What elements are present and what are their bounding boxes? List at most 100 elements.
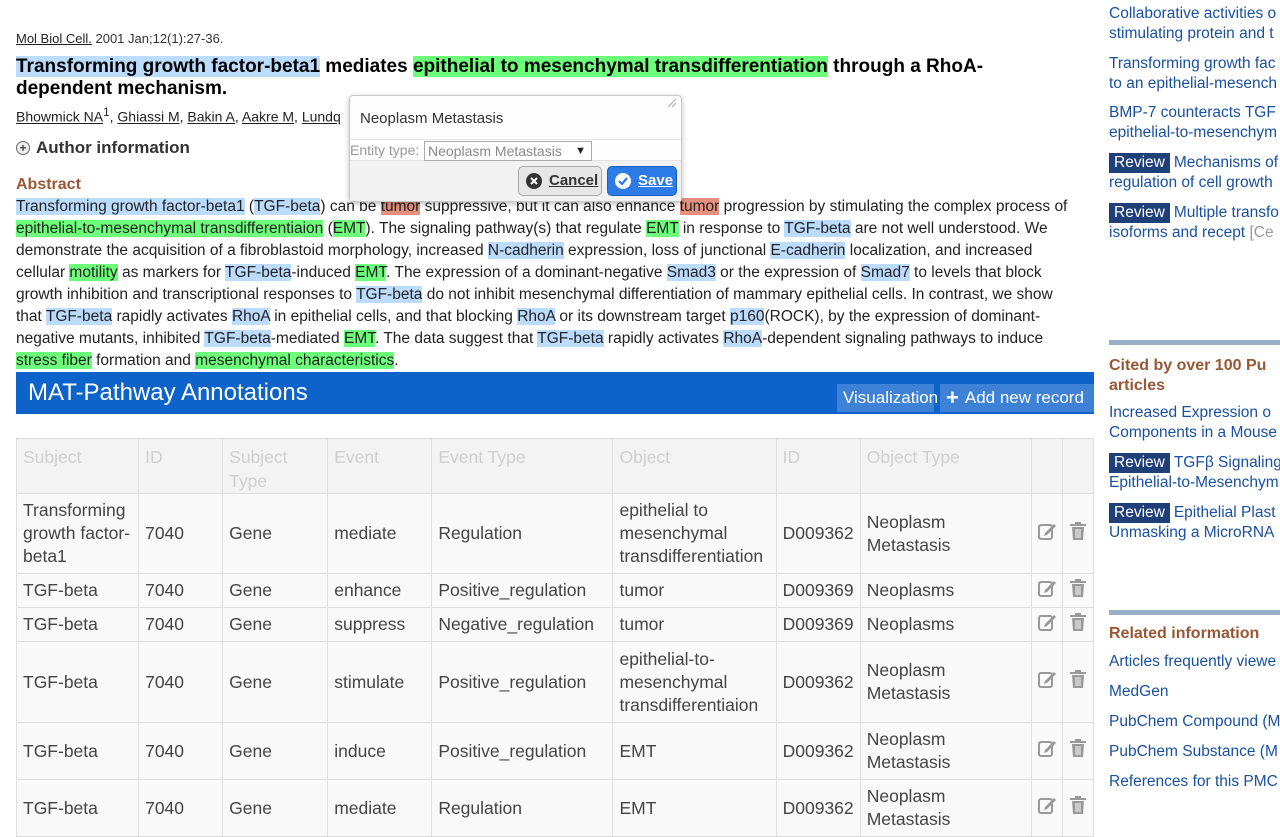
link-text: TGFβ Signaling (1173, 454, 1280, 471)
cell-event-type: Positive_regulation (431, 641, 614, 723)
resize-grip-icon[interactable] (667, 98, 677, 108)
column-header[interactable]: Subject Type (222, 438, 329, 494)
entity-gene[interactable]: TGF-beta (204, 330, 271, 347)
entity-gene[interactable]: TGF-beta (225, 264, 292, 281)
entity-gene[interactable]: TGF-beta (45, 308, 113, 325)
cell-object-type: Neoplasms (859, 607, 1032, 642)
entity-gene[interactable]: TGF-beta (356, 286, 423, 303)
related-link[interactable]: MedGen (1109, 682, 1280, 702)
entity-disease[interactable]: mesenchymal characteristics (195, 352, 395, 369)
column-header[interactable]: Object Type (859, 438, 1032, 494)
cited-article-link[interactable]: Review TGFβ Signaling Epithelial-to-Mesenc… (1109, 453, 1280, 493)
cell-event-type: Positive_regulation (431, 722, 614, 780)
related-information-heading: Related information (1109, 625, 1260, 642)
author-information-toggle[interactable]: + Author information (16, 138, 190, 158)
cited-article-link[interactable]: Increased Expression o Components in a Mo… (1109, 403, 1280, 443)
delete-button[interactable] (1061, 573, 1095, 608)
edit-button[interactable] (1030, 779, 1063, 837)
delete-button[interactable] (1061, 607, 1095, 642)
entity-gene[interactable]: RhoA (517, 308, 556, 325)
citation: Mol Biol Cell. 2001 Jan;12(1):27-36. (16, 31, 223, 46)
similar-article-link[interactable]: Transforming growth fac to an epithelial-… (1109, 54, 1280, 94)
entity-disease[interactable]: epithelial-to-mesenchymal transdifferent… (16, 220, 324, 237)
delete-button[interactable] (1061, 722, 1095, 780)
similar-article-link[interactable]: BMP-7 counteracts TGF epithelial-to-mesen… (1109, 103, 1280, 143)
delete-button[interactable] (1061, 779, 1095, 837)
entity-gene[interactable]: Transforming growth factor-beta1 (16, 198, 245, 215)
journal-link[interactable]: Mol Biol Cell. (16, 31, 92, 46)
entity-gene[interactable]: TGF-beta (784, 220, 851, 237)
entity-disease[interactable]: EMT (646, 220, 679, 237)
cell-subject-type: Gene (222, 573, 329, 608)
column-header[interactable]: Object (612, 438, 777, 494)
entity-gene[interactable]: TGF-beta (254, 198, 321, 215)
author-link[interactable]: Bakin A (187, 109, 234, 125)
entity-disease[interactable]: EMT (343, 330, 375, 347)
edit-button[interactable] (1030, 607, 1063, 642)
cited-article-link[interactable]: Review Epithelial Plast Unmasking a MicroR… (1109, 503, 1280, 543)
entity-type-select[interactable]: Neoplasm Metastasis ▼ (424, 141, 592, 161)
table-row: TGF-beta 7040 Gene suppress Negative_reg… (15, 607, 1095, 642)
trash-icon (1069, 521, 1086, 540)
entity-gene[interactable]: RhoA (231, 308, 270, 325)
column-header[interactable]: Event Type (431, 438, 614, 494)
edit-button[interactable] (1030, 493, 1063, 574)
column-header[interactable]: ID (138, 438, 224, 494)
author-link[interactable]: Bhowmick NA (16, 109, 103, 125)
abstract-fragment: rapidly activates (603, 330, 724, 347)
related-link[interactable]: References for this PMC (1109, 772, 1280, 792)
more-link[interactable]: [Ce (1249, 224, 1273, 241)
entity-disease[interactable]: tumor (679, 198, 720, 215)
cell-object-type: Neoplasm Metastasis (859, 641, 1032, 723)
cell-event: mediate (327, 493, 433, 574)
entity-gene[interactable]: RhoA (723, 330, 763, 347)
delete-button[interactable] (1061, 641, 1095, 723)
entity-gene[interactable]: Smad7 (860, 264, 910, 281)
abstract-fragment: expression, loss of junctional (563, 242, 771, 259)
edit-button[interactable] (1030, 641, 1063, 723)
visualization-button[interactable]: Visualization (837, 384, 938, 412)
cell-subject: TGF-beta (15, 607, 140, 642)
similar-article-link[interactable]: Review Mechanisms of regulation of cell gr… (1109, 153, 1280, 193)
link-text: Unmasking a MicroRNA (1109, 524, 1275, 541)
cancel-button[interactable]: Cancel (518, 166, 602, 196)
abstract-fragment: . The expression of a dominant-negative (386, 264, 667, 281)
cell-object-type: Neoplasms (859, 573, 1032, 608)
entity-disease[interactable]: motility (69, 264, 118, 281)
abstract-fragment: progression by stimulating the complex p… (719, 198, 1068, 215)
abstract-fragment: . The data suggest that (374, 330, 538, 347)
edit-button[interactable] (1030, 573, 1063, 608)
entity-disease[interactable]: stress fiber (16, 352, 92, 369)
entity-disease[interactable]: EMT (355, 264, 387, 281)
related-link[interactable]: Articles frequently viewe (1109, 652, 1280, 672)
similar-article-link[interactable]: Collaborative activities o stimulating pr… (1109, 4, 1280, 44)
entity-gene[interactable]: E-cadherin (770, 242, 846, 259)
author-link[interactable]: Aakre M (242, 109, 294, 125)
save-button[interactable]: Save (607, 166, 677, 196)
related-link[interactable]: PubChem Substance (M (1109, 742, 1280, 762)
entity-gene[interactable]: TGF-beta (537, 330, 604, 347)
similar-article-link[interactable]: Review Multiple transfo isoforms and recep… (1109, 203, 1280, 243)
edit-button[interactable] (1030, 722, 1063, 780)
cell-subject-id: 7040 (138, 493, 224, 574)
title-entity-gene[interactable]: Transforming growth factor-beta1 (16, 56, 321, 77)
related-link[interactable]: PubChem Compound (M (1109, 712, 1280, 732)
add-new-record-button[interactable]: + Add new record (940, 384, 1094, 412)
entity-disease[interactable]: EMT (332, 220, 366, 237)
column-header[interactable]: Subject (15, 438, 140, 494)
cancel-label: Cancel (549, 172, 599, 189)
title-entity-disease[interactable]: epithelial to mesenchymal transdifferent… (412, 56, 828, 77)
column-header[interactable]: ID (775, 438, 861, 494)
author-affiliation-mark[interactable]: 1 (103, 106, 109, 119)
cell-subject-type: Gene (222, 722, 329, 780)
cell-object-id: D009362 (775, 779, 861, 837)
column-header[interactable]: Event (327, 438, 433, 494)
delete-button[interactable] (1061, 493, 1095, 574)
author-link[interactable]: Ghiassi M (117, 109, 179, 125)
cell-object-id: D009362 (775, 722, 861, 780)
author-link[interactable]: Lundq (302, 109, 341, 125)
entity-gene[interactable]: p160 (729, 308, 765, 325)
edit-icon (1037, 741, 1056, 757)
entity-gene[interactable]: N-cadherin (487, 242, 564, 259)
entity-gene[interactable]: Smad3 (666, 264, 716, 281)
